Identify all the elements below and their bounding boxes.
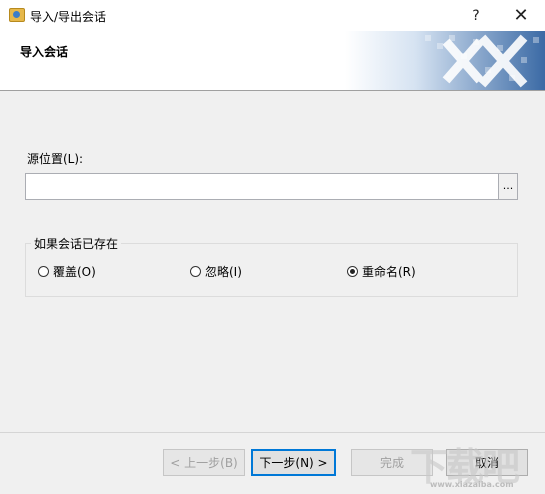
window-title: 导入/导出会话 bbox=[30, 10, 107, 24]
next-button[interactable]: 下一步(N) > bbox=[251, 449, 336, 476]
finish-button[interactable]: 完成 bbox=[351, 449, 433, 476]
radio-circle-rename[interactable] bbox=[347, 266, 358, 277]
radio-circle-ignore[interactable] bbox=[190, 266, 201, 277]
source-location-label: 源位置(L): bbox=[27, 152, 84, 166]
ignore-radio[interactable]: 忽略(I) bbox=[190, 263, 242, 280]
help-button[interactable]: ? bbox=[456, 0, 496, 31]
page-title: 导入会话 bbox=[20, 45, 69, 59]
xshell-logo-art bbox=[345, 31, 545, 90]
conflict-group-legend: 如果会话已存在 bbox=[31, 235, 122, 252]
ignore-radio-label: 忽略(I) bbox=[205, 265, 242, 279]
folder-icon bbox=[9, 8, 25, 22]
overwrite-radio[interactable]: 覆盖(O) bbox=[38, 263, 96, 280]
browse-button[interactable]: ... bbox=[498, 173, 518, 200]
radio-circle-overwrite[interactable] bbox=[38, 266, 49, 277]
header-divider bbox=[0, 90, 545, 91]
rename-radio-label: 重命名(R) bbox=[362, 265, 416, 279]
title-bar: 导入/导出会话 ? ✕ bbox=[0, 0, 545, 31]
cancel-button[interactable]: 取消 bbox=[446, 449, 528, 476]
back-button[interactable]: < 上一步(B) bbox=[163, 449, 245, 476]
source-location-input[interactable] bbox=[25, 173, 498, 200]
wizard-header: 导入会话 bbox=[0, 31, 545, 90]
close-button[interactable]: ✕ bbox=[501, 0, 541, 31]
rename-radio[interactable]: 重命名(R) bbox=[347, 263, 416, 280]
overwrite-radio-label: 覆盖(O) bbox=[53, 265, 96, 279]
